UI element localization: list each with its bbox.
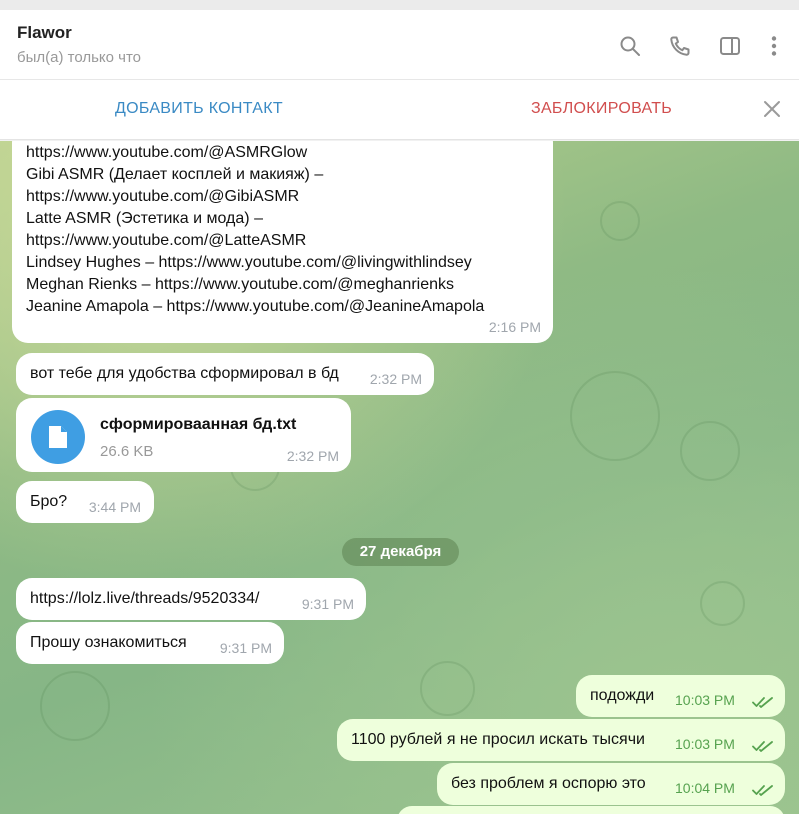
- block-user-button[interactable]: ЗАБЛОКИРОВАТЬ: [531, 100, 672, 118]
- message-bubble[interactable]: Бро? 3:44 PM: [16, 481, 154, 523]
- message-time: 10:03 PM: [675, 692, 735, 708]
- file-message-bubble[interactable]: сформироваанная бд.txt 26.6 KB 2:32 PM: [16, 398, 351, 472]
- message-text: без проблем я оспорю это: [451, 775, 646, 792]
- chat-header[interactable]: Flawor был(а) только что: [0, 10, 799, 80]
- message-text: подожди: [590, 687, 655, 704]
- message-bubble[interactable]: https://lolz.live/threads/9520334/ 9:31 …: [16, 578, 366, 620]
- message-bubble[interactable]: вот тебе для удобства сформировал в бд 2…: [16, 353, 434, 395]
- background-doodle: [600, 201, 640, 241]
- message-bubble[interactable]: Прошу ознакомиться 9:31 PM: [16, 622, 284, 664]
- message-time: 2:32 PM: [369, 371, 422, 387]
- message-link[interactable]: https://lolz.live/threads/9520334/: [30, 590, 259, 608]
- phone-icon[interactable]: [668, 34, 692, 58]
- message-time: 2:32 PM: [286, 448, 339, 464]
- chat-status: был(а) только что: [17, 49, 142, 66]
- message-time: 2:16 PM: [488, 319, 541, 335]
- date-separator: 27 декабря: [342, 538, 459, 566]
- outgoing-message-bubble[interactable]: 1100 рублей я не просил искать тысячи 10…: [337, 719, 785, 761]
- double-check-icon: [752, 785, 773, 796]
- outgoing-message-bubble-partial[interactable]: [397, 806, 785, 814]
- message-text: вот тебе для удобства сформировал в бд: [30, 365, 339, 382]
- message-time: 3:44 PM: [88, 499, 141, 515]
- more-vertical-icon[interactable]: [762, 34, 786, 58]
- background-doodle: [40, 671, 110, 741]
- document-glyph: [49, 426, 67, 448]
- sidebar-toggle-icon[interactable]: [718, 34, 742, 58]
- file-size: 26.6 KB: [100, 443, 154, 460]
- background-doodle: [680, 421, 740, 481]
- file-icon[interactable]: [31, 410, 85, 464]
- window-top-strip: [0, 0, 799, 10]
- background-doodle: [420, 661, 475, 716]
- search-icon[interactable]: [618, 34, 642, 58]
- add-contact-button[interactable]: ДОБАВИТЬ КОНТАКТ: [115, 100, 283, 118]
- contact-action-bar: ДОБАВИТЬ КОНТАКТ ЗАБЛОКИРОВАТЬ: [0, 80, 799, 140]
- message-time: 9:31 PM: [219, 640, 272, 656]
- message-bubble[interactable]: https://www.youtube.com/@ASMRGlow Gibi A…: [12, 141, 553, 343]
- message-text: 1100 рублей я не просил искать тысячи: [351, 731, 645, 748]
- chat-messages-area[interactable]: https://www.youtube.com/@ASMRGlow Gibi A…: [0, 141, 799, 814]
- background-doodle: [700, 581, 745, 626]
- outgoing-message-bubble[interactable]: без проблем я оспорю это 10:04 PM: [437, 763, 785, 805]
- double-check-icon: [752, 697, 773, 708]
- message-text: Прошу ознакомиться: [30, 634, 187, 651]
- message-text: Бро?: [30, 493, 68, 510]
- message-text: https://www.youtube.com/@ASMRGlow Gibi A…: [26, 144, 485, 315]
- chat-title[interactable]: Flawor: [17, 23, 72, 43]
- close-icon[interactable]: [762, 99, 782, 119]
- message-time: 9:31 PM: [301, 596, 354, 612]
- outgoing-message-bubble[interactable]: подожди 10:03 PM: [576, 675, 785, 717]
- background-doodle: [570, 371, 660, 461]
- double-check-icon: [752, 741, 773, 752]
- message-time: 10:03 PM: [675, 736, 735, 752]
- message-time: 10:04 PM: [675, 780, 735, 796]
- file-name[interactable]: сформироваанная бд.txt: [100, 416, 296, 434]
